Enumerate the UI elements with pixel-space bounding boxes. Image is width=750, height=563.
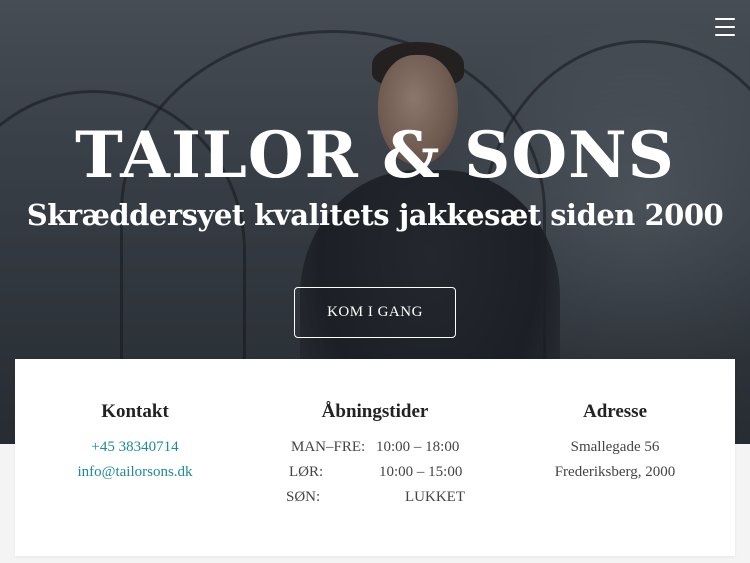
menu-bar xyxy=(715,34,735,36)
get-started-button[interactable]: KOM I GANG xyxy=(294,287,456,338)
email-link[interactable]: info@tailorsons.dk xyxy=(15,464,255,481)
menu-bar xyxy=(715,18,735,20)
hamburger-menu-icon[interactable] xyxy=(715,18,735,36)
hours-day: SØN: xyxy=(286,489,321,505)
info-panel: Kontakt +45 38340714 info@tailorsons.dk … xyxy=(15,359,735,556)
hours-time: 10:00 – 18:00 xyxy=(376,439,460,455)
hours-time: 10:00 – 15:00 xyxy=(379,464,463,480)
address-street: Smallegade 56 xyxy=(570,439,660,455)
site-tagline: Skræddersyet kvalitets jakkesæt siden 20… xyxy=(26,198,724,232)
opening-hours-heading: Åbningstider xyxy=(321,401,429,422)
menu-bar xyxy=(715,26,735,28)
phone-link[interactable]: +45 38340714 xyxy=(15,439,255,456)
address-city: Frederiksberg, 2000 xyxy=(554,464,676,480)
hours-time: LUKKET xyxy=(405,489,465,505)
hours-day: LØR: xyxy=(289,464,324,480)
contact-heading: Kontakt xyxy=(101,401,169,422)
hours-day: MAN–FRE: xyxy=(291,439,366,455)
address-heading: Adresse xyxy=(582,401,648,422)
site-title: TAILOR & SONS xyxy=(75,118,675,193)
